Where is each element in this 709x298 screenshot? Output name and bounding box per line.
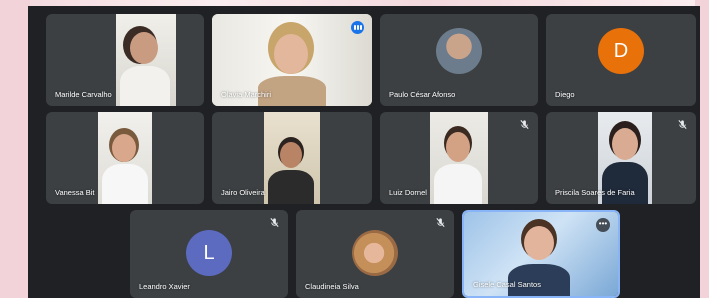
participant-head bbox=[524, 226, 554, 260]
participant-head bbox=[280, 142, 302, 168]
avatar-initial: D bbox=[613, 39, 629, 62]
participant-name: Claudineia Silva bbox=[305, 282, 359, 291]
avatar bbox=[436, 28, 482, 74]
speaking-indicator-icon bbox=[351, 21, 364, 34]
participant-torso bbox=[434, 164, 482, 204]
participant-name: Marilde Carvalho bbox=[55, 90, 112, 99]
participant-tile-marilde[interactable]: Marilde Carvalho bbox=[46, 14, 204, 106]
participant-tile-claudineia[interactable]: Claudineia Silva bbox=[296, 210, 454, 298]
participant-head bbox=[446, 132, 470, 162]
participant-name: Leandro Xavier bbox=[139, 282, 190, 291]
participant-tile-diego[interactable]: D Diego bbox=[546, 14, 696, 106]
participant-tile-jairo[interactable]: Jairo Oliveira bbox=[212, 112, 372, 204]
participant-torso bbox=[602, 162, 648, 204]
avatar bbox=[352, 230, 398, 276]
mic-off-icon bbox=[436, 218, 445, 227]
participant-name: Luiz Dornel bbox=[389, 188, 427, 197]
mic-off-icon bbox=[520, 120, 529, 129]
participant-tile-paulo[interactable]: Paulo César Afonso bbox=[380, 14, 538, 106]
participant-head bbox=[112, 134, 136, 162]
background-band-left bbox=[0, 0, 30, 298]
participant-name: Paulo César Afonso bbox=[389, 90, 456, 99]
participant-torso bbox=[120, 66, 170, 106]
more-options-icon[interactable]: ••• bbox=[596, 218, 610, 232]
participant-name: Priscila Soares de Faria bbox=[555, 188, 635, 197]
participant-tile-gisele[interactable]: ••• Gisele Casal Santos bbox=[462, 210, 620, 298]
avatar-initial: L bbox=[203, 241, 215, 264]
participant-tile-luiz[interactable]: Luiz Dornel bbox=[380, 112, 538, 204]
participant-tile-vanessa[interactable]: Vanessa Bit bbox=[46, 112, 204, 204]
participant-name: Jairo Oliveira bbox=[221, 188, 265, 197]
mic-off-icon bbox=[678, 120, 687, 129]
participant-torso bbox=[268, 170, 314, 204]
participant-tile-priscila[interactable]: Priscila Soares de Faria bbox=[546, 112, 696, 204]
participant-head bbox=[130, 32, 158, 64]
participant-name: Gisele Casal Santos bbox=[473, 280, 541, 289]
participant-head bbox=[274, 34, 308, 74]
participant-torso bbox=[102, 164, 148, 204]
avatar: D bbox=[598, 28, 644, 74]
meeting-grid: Marilde Carvalho Olavia Marchiri Paulo C… bbox=[28, 6, 700, 298]
avatar: L bbox=[186, 230, 232, 276]
participant-name: Diego bbox=[555, 90, 575, 99]
participant-name: Olavia Marchiri bbox=[221, 90, 272, 99]
participant-tile-leandro[interactable]: L Leandro Xavier bbox=[130, 210, 288, 298]
mic-off-icon bbox=[270, 218, 279, 227]
participant-tile-olavia[interactable]: Olavia Marchiri bbox=[212, 14, 372, 106]
participant-head bbox=[612, 128, 638, 160]
participant-name: Vanessa Bit bbox=[55, 188, 95, 197]
